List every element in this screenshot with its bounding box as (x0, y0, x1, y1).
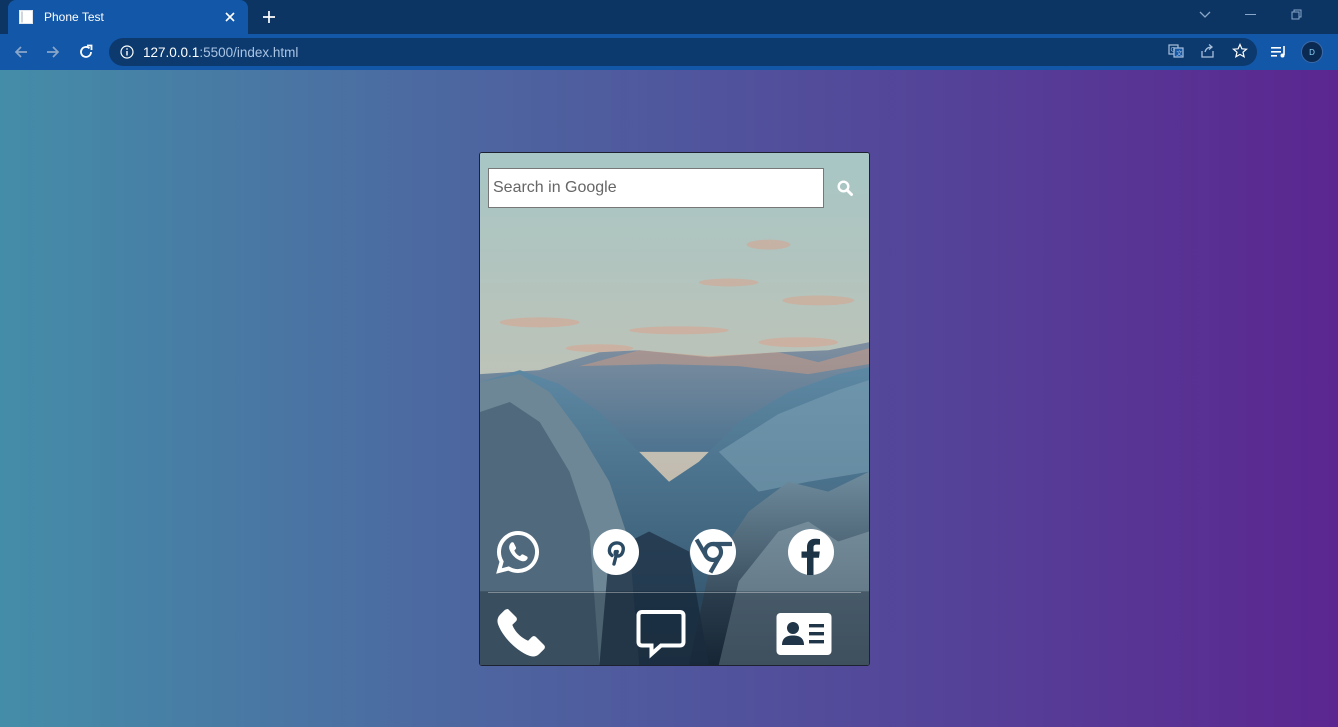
tab-strip: Phone Test (0, 0, 1338, 34)
phone-frame (479, 152, 870, 666)
bookmark-star-icon[interactable] (1229, 40, 1251, 62)
messages-icon[interactable] (635, 608, 687, 660)
site-info-icon[interactable] (119, 44, 135, 60)
google-search-input[interactable] (488, 168, 824, 208)
tab-close-icon[interactable] (222, 9, 238, 25)
pinterest-icon[interactable] (593, 529, 639, 575)
page-background (0, 70, 1338, 727)
mountain-wallpaper (480, 153, 869, 665)
facebook-icon[interactable] (788, 529, 834, 575)
url-host: 127.0.0.1 (143, 44, 200, 60)
back-icon[interactable] (9, 40, 33, 64)
search-icon[interactable] (836, 179, 854, 197)
profile-avatar[interactable]: D (1301, 41, 1323, 63)
reload-icon[interactable] (74, 40, 98, 64)
whatsapp-icon[interactable] (495, 529, 541, 575)
restore-icon[interactable] (1285, 4, 1309, 26)
address-bar[interactable]: 127.0.0.1:5500/index.html (109, 38, 1257, 66)
phone-icon[interactable] (495, 607, 547, 659)
minimize-icon[interactable] (1239, 4, 1263, 26)
chrome-icon[interactable] (690, 529, 736, 575)
url-path: :5500/index.html (199, 44, 299, 60)
share-icon[interactable] (1197, 40, 1219, 62)
contacts-card-icon[interactable] (776, 612, 832, 656)
reading-list-icon[interactable] (1267, 40, 1291, 64)
browser-tab[interactable]: Phone Test (8, 0, 248, 34)
forward-icon[interactable] (41, 40, 65, 64)
new-tab-icon[interactable] (258, 6, 280, 28)
svg-text:文: 文 (1176, 50, 1182, 58)
translate-icon[interactable]: 文G (1165, 40, 1187, 62)
dock-divider (488, 592, 861, 593)
browser-toolbar: 127.0.0.1:5500/index.html 文G (0, 34, 1338, 70)
tab-title: Phone Test (44, 10, 104, 24)
svg-text:G: G (1171, 47, 1176, 54)
page-favicon-icon (18, 9, 34, 25)
tab-search-chevron-icon[interactable] (1193, 4, 1217, 26)
